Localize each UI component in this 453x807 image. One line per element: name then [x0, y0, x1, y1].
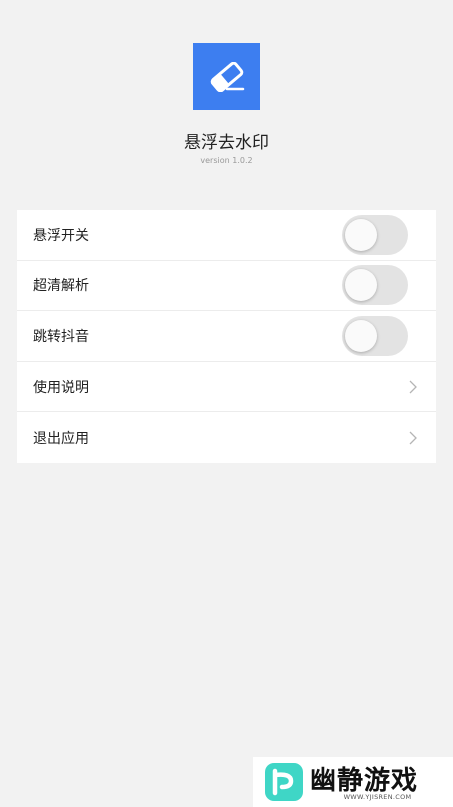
setting-label: 退出应用 [33, 430, 89, 447]
setting-float-switch[interactable]: 悬浮开关 [17, 210, 436, 261]
watermark-brand: 幽静游戏 [310, 766, 419, 796]
app-icon [193, 43, 260, 110]
app-version: version 1.0.2 [200, 156, 253, 165]
setting-jump-douyin[interactable]: 跳转抖音 [17, 311, 436, 362]
toggle-knob [345, 218, 377, 251]
setting-hd-parse[interactable]: 超清解析 [17, 261, 436, 312]
setting-label: 跳转抖音 [33, 328, 89, 345]
setting-usage-guide[interactable]: 使用说明 [17, 362, 436, 413]
settings-list: 悬浮开关 超清解析 跳转抖音 使用说明 退出应用 [17, 210, 436, 463]
hd-parse-toggle[interactable] [342, 265, 408, 306]
float-switch-toggle[interactable] [342, 214, 408, 255]
app-title: 悬浮去水印 [184, 133, 269, 153]
jump-douyin-toggle[interactable] [342, 315, 408, 356]
setting-exit-app[interactable]: 退出应用 [17, 412, 436, 463]
yj-logo-icon [265, 763, 303, 801]
chevron-right-icon [409, 380, 417, 394]
site-watermark: 幽静游戏 WWW.YJISREN.COM [253, 757, 453, 807]
watermark-url: WWW.YJISREN.COM [343, 793, 412, 801]
chevron-right-icon [409, 431, 417, 445]
eraser-icon [210, 61, 244, 92]
toggle-knob [345, 319, 377, 352]
setting-label: 超清解析 [33, 278, 89, 295]
toggle-knob [345, 269, 377, 302]
setting-label: 悬浮开关 [33, 227, 89, 244]
setting-label: 使用说明 [33, 379, 89, 396]
